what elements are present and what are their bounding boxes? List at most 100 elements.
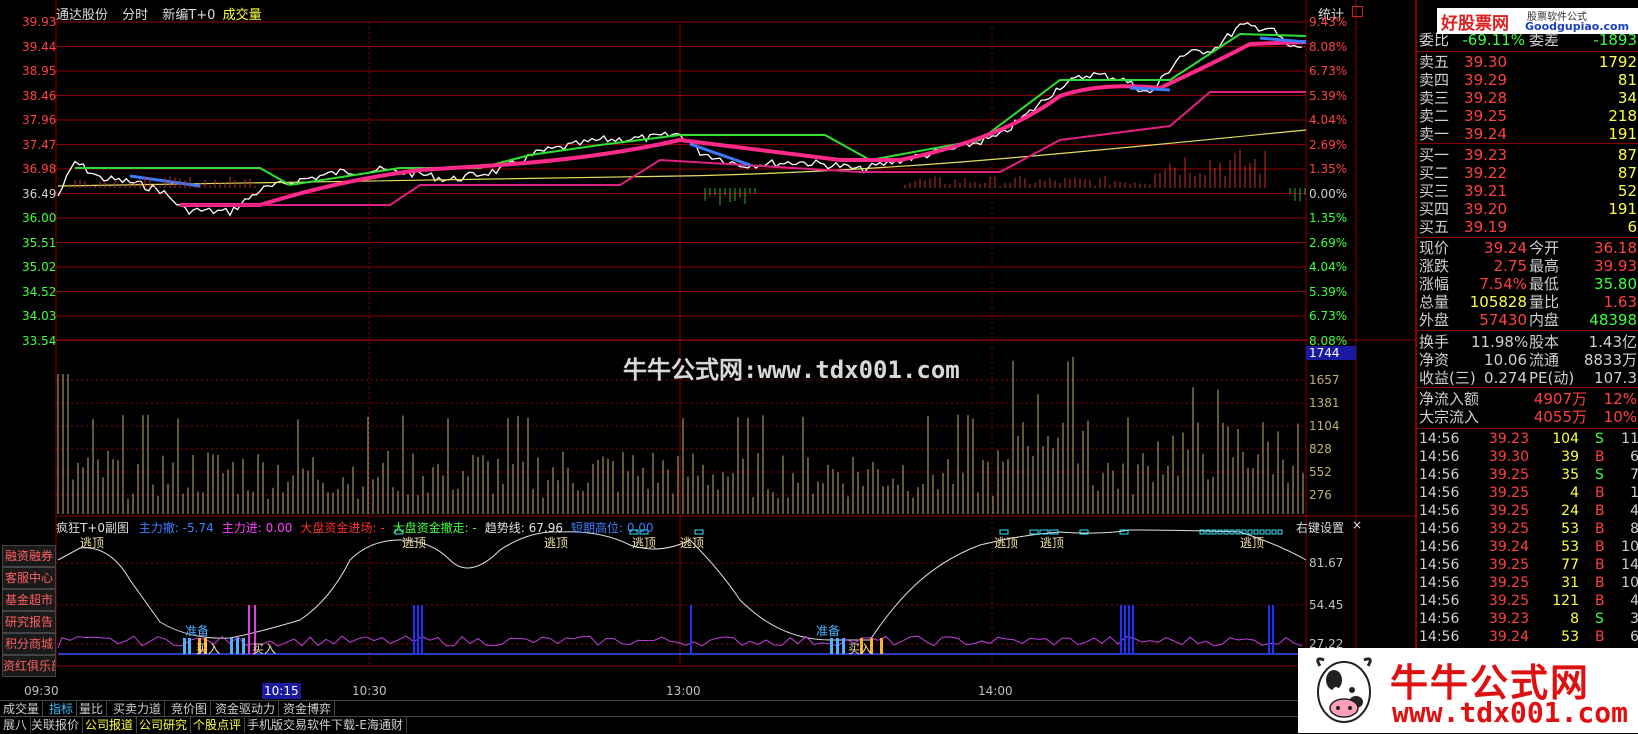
left-menu-item[interactable]: 资红俱乐部	[2, 655, 56, 677]
bottom-tab[interactable]: 手机版交易软件下载-E海通财	[244, 717, 407, 733]
tick-time: 14:56	[1419, 593, 1460, 609]
price-tick-label: 35.02	[22, 260, 57, 274]
volume-tick-label: 1657	[1309, 373, 1340, 387]
bottom-tab[interactable]: 指标	[46, 701, 78, 717]
volume-tick-label: 1381	[1309, 396, 1340, 410]
sub-chart-title: 疯狂T+0副图	[56, 521, 130, 535]
tick-row: 14:56 39.25 4 B 1	[1417, 484, 1638, 502]
tick-vol: 31	[1561, 575, 1579, 591]
cow-mascot-icon	[1316, 657, 1372, 723]
tick-n: 6	[1630, 629, 1638, 645]
tick-row: 14:56 39.25 53 B 8	[1417, 520, 1638, 538]
bottom-tab[interactable]: 展八	[0, 717, 32, 733]
main-force-bar	[690, 605, 692, 654]
tick-vol: 24	[1561, 503, 1579, 519]
chart-canvas[interactable]	[0, 0, 1415, 686]
percent-tick-label: 4.04%	[1309, 260, 1348, 274]
main-force-bar	[1132, 605, 1134, 654]
price-tick-label: 34.03	[22, 309, 57, 323]
left-menu-item[interactable]: 客服中心	[2, 567, 56, 589]
sub-chart-header: 疯狂T+0副图 主力撤: -5.74 主力进: 0.00 大盘资金进场: - 大盘资金…	[56, 519, 662, 536]
panel-separator	[1417, 330, 1638, 331]
left-menu-item[interactable]: 研究报告	[2, 611, 56, 633]
percent-tick-label: 6.73%	[1309, 309, 1348, 323]
buy-signal-bar	[880, 638, 883, 654]
tick-row: 14:56 39.24 53 B 6	[1417, 628, 1638, 646]
close-icon[interactable]: ×	[1352, 518, 1362, 532]
stat-toggle-icon[interactable]	[1352, 6, 1363, 17]
tick-price: 39.25	[1488, 467, 1529, 483]
price-panel-frame	[55, 21, 1307, 341]
bottom-tab[interactable]: 竞价图	[168, 701, 212, 717]
buy-signal: 买入	[848, 642, 873, 656]
percent-tick-label: 5.39%	[1309, 88, 1348, 103]
bottom-tab[interactable]: 资金博弈	[280, 701, 336, 717]
top-signal-marker	[694, 529, 704, 535]
tick-time: 14:56	[1419, 485, 1460, 501]
bottom-tab[interactable]: 个股点评	[190, 717, 246, 733]
right-click-settings[interactable]: 右键设置	[1296, 519, 1344, 536]
tick-n: 4	[1630, 593, 1638, 609]
panel-separator	[1417, 428, 1638, 429]
sub-tick-label: 54.45	[1309, 598, 1344, 612]
ask-level-row-field: 191	[1608, 125, 1637, 143]
ask-level-row: 卖一 39.24 191	[1417, 124, 1638, 145]
main-force-bar	[421, 605, 423, 654]
info-tabs: 展八 关联报价 公司报道 公司研究 个股点评 手机版交易软件下载-E海通财	[0, 716, 1415, 734]
logo-domain: Goodgupiao.com	[1525, 20, 1630, 33]
panel-separator	[1417, 143, 1638, 144]
tdx001-logo: 牛牛公式网 www.tdx001.com	[1298, 648, 1638, 733]
buy-signal-bar	[183, 638, 186, 654]
percent-tick-label: 6.73%	[1309, 64, 1348, 78]
escape-top-signal: 逃顶	[994, 536, 1019, 550]
tick-time: 14:56	[1419, 503, 1460, 519]
buy-signal: 买入	[196, 642, 221, 656]
percent-tick-label: 1.35%	[1309, 162, 1348, 176]
ready-signal: 准备	[185, 624, 210, 638]
main-in-bar	[248, 605, 250, 654]
top-signal-marker	[1265, 529, 1271, 535]
quote-stat-row-field: 57430	[1479, 311, 1527, 329]
tick-dir: B	[1595, 593, 1605, 609]
bottom-tab[interactable]: 成交量	[0, 701, 44, 717]
bottom-tab[interactable]: 量比	[76, 701, 108, 717]
main-force-bar	[1124, 605, 1126, 654]
buy-signal-bar	[188, 638, 191, 654]
price-tick-label: 35.51	[22, 235, 57, 250]
percent-tick-label: 1.35%	[1309, 211, 1348, 225]
bottom-tab[interactable]: 买卖力道	[110, 701, 166, 717]
panel-separator	[1417, 387, 1638, 388]
time-tick-label: 10:30	[352, 684, 387, 698]
tick-vol: 53	[1561, 539, 1579, 555]
indicator-tabs: 成交量 指标 量比 买卖力道 竞价图 资金驱动力 资金博弈	[0, 700, 1415, 717]
sub-indicator-item: 趋势线: 67.96	[484, 521, 563, 535]
percent-tick-label: 4.04%	[1309, 113, 1348, 127]
tick-dir: B	[1595, 485, 1605, 501]
ask-level-row-field: 39.24	[1464, 125, 1507, 143]
indicator-name: 成交量	[222, 8, 262, 23]
tick-vol: 121	[1552, 593, 1579, 609]
price-tick-label: 37.96	[22, 113, 57, 127]
tick-price: 39.25	[1488, 485, 1529, 501]
buy-signal-bar	[236, 638, 239, 654]
current-volume-label: 1744	[1309, 346, 1340, 360]
chart-area[interactable]	[0, 0, 1415, 686]
bottom-tab[interactable]: 关联报价	[28, 717, 84, 733]
top-signal-marker	[1247, 529, 1253, 535]
escape-top-signal: 逃顶	[1040, 536, 1065, 550]
fundamental-row-field: 107.3	[1594, 369, 1637, 387]
buy-signal-bar	[830, 638, 833, 654]
bottom-tab[interactable]: 公司研究	[136, 717, 192, 733]
tick-row: 14:56 39.23 104 S 11	[1417, 430, 1638, 448]
bottom-tab[interactable]: 公司报道	[82, 717, 138, 733]
left-menu-item[interactable]: 融资融券	[2, 545, 56, 567]
left-menu-item[interactable]: 积分商城	[2, 633, 56, 655]
left-menu-item[interactable]: 基金超市	[2, 589, 56, 611]
top-signal-marker	[1211, 529, 1217, 535]
time-tick-label: 13:00	[666, 684, 701, 698]
price-tick-label: 37.47	[22, 137, 57, 152]
bottom-tab[interactable]: 资金驱动力	[212, 701, 280, 717]
time-tick-label: 14:00	[978, 684, 1013, 698]
tick-price: 39.25	[1488, 575, 1529, 591]
blue-signal-line	[1129, 86, 1171, 92]
